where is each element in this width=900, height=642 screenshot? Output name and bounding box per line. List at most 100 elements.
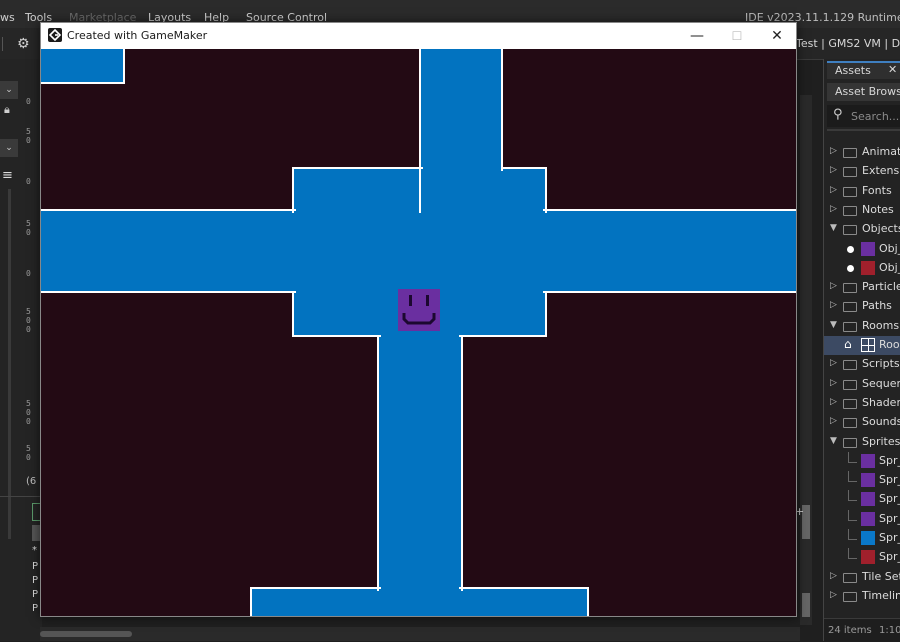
sprite-thumbnail-icon <box>861 511 875 526</box>
item-count-label: 24 items <box>828 625 872 636</box>
tree-folder[interactable]: ▷ Scripts <box>824 355 900 374</box>
minimize-button[interactable]: — <box>678 26 716 46</box>
ruler-number: 5 <box>26 127 31 136</box>
folder-icon <box>843 360 857 371</box>
tree-branch-line <box>848 451 857 463</box>
menu-icon[interactable]: ≡ <box>2 169 18 183</box>
tree-folder[interactable]: ▷ Tile Sets <box>824 568 900 587</box>
wall-border <box>250 587 381 616</box>
collapsed-arrow-icon[interactable]: ▷ <box>830 571 837 581</box>
close-icon[interactable]: ✕ <box>888 63 897 76</box>
tree-folder-label: Timeline <box>862 588 900 602</box>
tree-item[interactable]: Spr_ <box>824 490 900 509</box>
expanded-arrow-icon[interactable]: ▼ <box>830 223 837 233</box>
folder-icon <box>843 148 857 158</box>
tree-item[interactable]: Obj_ <box>824 240 900 259</box>
tree-item[interactable]: Spr_ <box>824 451 900 471</box>
ruler-number: 0 <box>26 453 31 462</box>
tree-folder[interactable]: ▷ Fonts <box>824 182 900 201</box>
tree-branch-line <box>848 529 857 540</box>
tree-folder-label: Sequenc <box>862 376 900 390</box>
collapsed-arrow-icon[interactable]: ▷ <box>830 204 837 214</box>
folder-icon <box>843 591 857 602</box>
tree-folder-label: Sprites <box>862 434 900 448</box>
tree-folder-label: Extensio <box>862 164 900 178</box>
tree-folder-label: Animati <box>862 145 900 158</box>
tree-folder[interactable]: ▷ Shaders <box>824 394 900 413</box>
wall-border <box>459 587 589 616</box>
collapsed-arrow-icon[interactable]: ▷ <box>830 397 837 407</box>
add-icon[interactable]: + <box>795 505 809 519</box>
folder-icon <box>843 186 857 197</box>
tree-folder[interactable]: ▼ Sprites <box>824 433 900 452</box>
tree-folder-label: Scripts <box>862 357 900 371</box>
ruler-number: 0 <box>26 408 31 417</box>
tree-folder[interactable]: ▼ Rooms <box>824 317 900 336</box>
path-horizontal-corridor <box>41 211 796 293</box>
folder-icon <box>843 302 857 313</box>
horizontal-scrollbar-track[interactable] <box>40 627 800 641</box>
lock-icon[interactable]: 🔒︎ <box>4 103 16 117</box>
tree-folder[interactable]: ▷ Notes <box>824 201 900 220</box>
zoom-label: 1:10 <box>879 625 900 636</box>
wall-border <box>377 335 381 591</box>
ruler-number: 5 <box>26 219 31 228</box>
tree-item-label: Spr_ <box>879 531 900 544</box>
tree-folder[interactable]: ▼ Objects <box>824 220 900 239</box>
tree-folder[interactable]: ▷ Particle <box>824 278 900 297</box>
collapsed-arrow-icon[interactable]: ▷ <box>830 416 837 426</box>
menu-item-windows[interactable]: ws <box>0 11 15 24</box>
collapsed-arrow-icon[interactable]: ▷ <box>830 590 837 600</box>
ruler-number: 5 <box>26 444 31 453</box>
tree-branch-line <box>848 490 857 502</box>
target-config-label[interactable]: Test | GMS2 VM | D <box>796 37 900 50</box>
collapsed-arrow-icon[interactable]: ▷ <box>830 378 837 388</box>
tree-folder-label: Objects <box>862 222 900 236</box>
collapsed-arrow-icon[interactable]: ▷ <box>830 300 837 310</box>
output-line: P <box>32 603 39 614</box>
game-window-titlebar[interactable]: Created with GameMaker — ☐ ✕ <box>41 23 796 49</box>
tree-item[interactable]: Spr_ <box>824 548 900 567</box>
tree-folder[interactable]: ▷ Extensio <box>824 162 900 181</box>
tree-folder[interactable]: ▷ Sequenc <box>824 375 900 394</box>
chevron-down-icon[interactable]: ⌄ <box>0 139 18 157</box>
tree-item[interactable]: Spr_ <box>824 529 900 548</box>
wall-border <box>501 167 547 213</box>
tree-folder[interactable]: ▷ Animati <box>824 143 900 162</box>
tree-folder[interactable]: ▷ Timeline <box>824 587 900 606</box>
tab-assets[interactable]: Assets ✕ <box>827 61 900 79</box>
horizontal-scrollbar-thumb[interactable] <box>40 631 132 637</box>
asset-footer: 24 items 1:10 <box>824 618 900 642</box>
expanded-arrow-icon[interactable]: ▼ <box>830 320 837 330</box>
search-input[interactable]: ⚲ Search... <box>827 105 900 127</box>
tree-folder[interactable]: ▷ Sounds <box>824 413 900 432</box>
maximize-button[interactable]: ☐ <box>718 26 756 46</box>
ruler-number: 0 <box>26 417 31 426</box>
gear-icon[interactable]: ⚙ <box>17 36 33 52</box>
tree-item[interactable]: Obj_ <box>824 259 900 278</box>
home-icon: ⌂ <box>844 337 852 351</box>
collapsed-arrow-icon[interactable]: ▷ <box>830 358 837 368</box>
tree-item[interactable]: Spr_ <box>824 509 900 529</box>
tree-item[interactable]: Spr_ <box>824 471 900 490</box>
tree-branch-line <box>848 548 857 560</box>
collapsed-arrow-icon[interactable]: ▷ <box>830 281 837 291</box>
vertical-scrollbar-track[interactable] <box>800 95 812 625</box>
vertical-scrollbar-thumb[interactable] <box>802 593 810 617</box>
expanded-arrow-icon[interactable]: ▼ <box>830 436 837 446</box>
wall-border <box>543 291 796 295</box>
close-button[interactable]: ✕ <box>758 26 796 46</box>
asset-tree: ▷ Animati ▷ Extensio ▷ Fonts ▷ Notes ▼ Objects Obj… <box>824 143 900 623</box>
collapsed-arrow-icon[interactable]: ▷ <box>830 165 837 175</box>
left-dock-panel: ⌄ 🔒︎ ⌄ ≡ 0 5 0 0 5 0 0 5 0 0 5 0 0 5 0 (… <box>0 59 42 641</box>
dock-scrollbar[interactable] <box>8 189 11 539</box>
game-canvas[interactable] <box>41 49 796 616</box>
chevron-down-icon[interactable]: ⌄ <box>0 81 18 99</box>
tree-folder[interactable]: ▷ Paths <box>824 297 900 316</box>
folder-icon <box>843 437 857 448</box>
asset-browser-header[interactable]: Asset Browse <box>827 83 900 101</box>
collapsed-arrow-icon[interactable]: ▷ <box>830 185 837 195</box>
wall-border <box>459 335 463 591</box>
tree-item[interactable]: ⌂ Roor <box>824 336 900 355</box>
collapsed-arrow-icon[interactable]: ▷ <box>830 146 837 156</box>
